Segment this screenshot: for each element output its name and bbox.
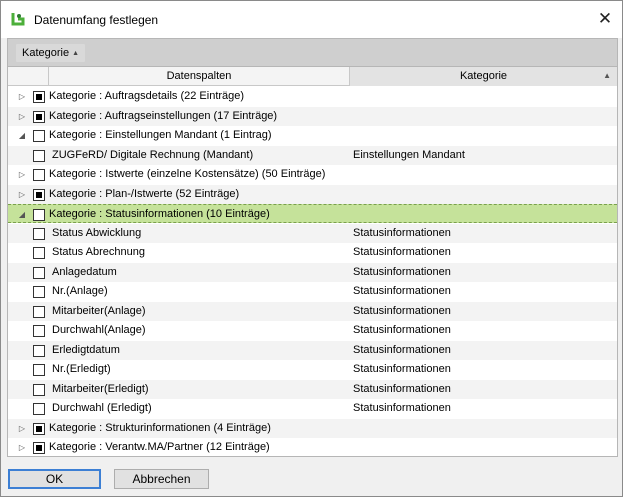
row-checkbox[interactable] — [33, 422, 45, 435]
row-checkbox[interactable] — [33, 364, 45, 376]
group-label: Kategorie : Statusinformationen (10 Eint… — [49, 208, 270, 220]
cell-datenspalte: Erledigtdatum — [52, 343, 120, 356]
group-row[interactable]: ▷ Kategorie : Auftragseinstellungen (17 E… — [8, 106, 617, 126]
group-row[interactable]: ▷ Kategorie : Plan-/Istwerte (52 Einträge… — [8, 184, 617, 204]
cell-kategorie: Statusinformationen — [353, 265, 451, 278]
group-label: Kategorie : Auftragseinstellungen (17 Ei… — [49, 109, 278, 122]
column-header-label: Kategorie — [459, 70, 508, 82]
cell-datenspalte: Mitarbeiter(Erledigt) — [52, 382, 149, 395]
group-panel: Kategorie ▲ — [7, 38, 618, 67]
group-row[interactable]: ▷ Kategorie : Strukturinformationen (4 Ei… — [8, 418, 617, 438]
close-button[interactable]: ✕ — [591, 9, 619, 31]
cell-kategorie: Statusinformationen — [353, 285, 451, 297]
cell-datenspalte: Mitarbeiter(Anlage) — [52, 304, 146, 317]
row-checkbox[interactable] — [33, 305, 45, 318]
cell-kategorie: Statusinformationen — [353, 402, 451, 414]
expand-arrow-icon[interactable]: ▷ — [17, 185, 27, 204]
dialog-window: Datenumfang festlegen ✕ Kategorie ▲ Daten… — [0, 0, 623, 497]
group-label: Kategorie : Plan-/Istwerte (52 Einträge) — [49, 187, 240, 200]
cell-datenspalte: Durchwahl (Erledigt) — [52, 402, 152, 414]
table-row[interactable]: Durchwahl(Anlage) Statusinformationen — [8, 321, 617, 340]
table-row[interactable]: Erledigtdatum Statusinformationen — [8, 340, 617, 360]
sort-ascending-icon: ▲ — [72, 50, 80, 57]
table-row[interactable]: Status Abrechnung Statusinformationen — [8, 243, 617, 262]
group-label: Kategorie : Strukturinformationen (4 Ein… — [49, 421, 271, 434]
group-chip-label: Kategorie — [22, 47, 70, 59]
collapse-arrow-icon[interactable]: ◢ — [17, 126, 27, 145]
cell-kategorie: Statusinformationen — [353, 343, 451, 356]
row-checkbox[interactable] — [33, 188, 45, 201]
row-checkbox[interactable] — [33, 344, 45, 357]
window-title: Datenumfang festlegen — [34, 13, 159, 27]
cancel-button[interactable]: Abbrechen — [114, 469, 209, 489]
row-checkbox[interactable] — [33, 130, 45, 142]
cell-kategorie: Statusinformationen — [353, 363, 451, 375]
cell-datenspalte: Nr.(Anlage) — [52, 285, 108, 297]
cell-datenspalte: ZUGFeRD/ Digitale Rechnung (Mandant) — [52, 148, 254, 161]
group-row[interactable]: ▷ Kategorie : Auftragsdetails (22 Einträg… — [8, 87, 617, 106]
row-checkbox[interactable] — [33, 110, 45, 123]
table-row[interactable]: Anlagedatum Statusinformationen — [8, 262, 617, 282]
row-checkbox[interactable] — [33, 383, 45, 396]
group-label: Kategorie : Einstellungen Mandant (1 Ein… — [49, 129, 272, 141]
table-row[interactable]: Status Abwicklung Statusinformationen — [8, 223, 617, 243]
table-row[interactable]: Mitarbeiter(Erledigt) Statusinformationen — [8, 379, 617, 399]
cell-kategorie: Statusinformationen — [353, 226, 451, 239]
row-checkbox[interactable] — [33, 442, 45, 454]
table-row[interactable]: ZUGFeRD/ Digitale Rechnung (Mandant) Eins… — [8, 145, 617, 165]
data-grid: Datenspalten Kategorie ▲ ▷ Kategorie : Au… — [7, 67, 618, 457]
column-header-indent — [8, 67, 49, 86]
row-checkbox[interactable] — [33, 209, 45, 221]
cell-datenspalte: Durchwahl(Anlage) — [52, 324, 146, 336]
row-checkbox[interactable] — [33, 286, 45, 298]
expand-arrow-icon[interactable]: ▷ — [17, 438, 27, 457]
expand-arrow-icon[interactable]: ▷ — [17, 419, 27, 438]
row-checkbox[interactable] — [33, 169, 45, 181]
cell-datenspalte: Status Abrechnung — [52, 246, 145, 258]
column-header-datenspalten[interactable]: Datenspalten — [49, 67, 350, 86]
group-row[interactable]: ▷ Kategorie : Istwerte (einzelne Kostensä… — [8, 165, 617, 184]
table-row[interactable]: Mitarbeiter(Anlage) Statusinformationen — [8, 301, 617, 321]
ok-button[interactable]: OK — [8, 469, 101, 489]
row-checkbox[interactable] — [33, 247, 45, 259]
row-checkbox[interactable] — [33, 149, 45, 162]
table-row[interactable]: Nr.(Erledigt) Statusinformationen — [8, 360, 617, 379]
cell-kategorie: Statusinformationen — [353, 324, 451, 336]
row-checkbox[interactable] — [33, 403, 45, 415]
row-checkbox[interactable] — [33, 266, 45, 279]
cell-datenspalte: Anlagedatum — [52, 265, 117, 278]
group-row[interactable]: ◢ Kategorie : Einstellungen Mandant (1 Ei… — [8, 126, 617, 145]
cell-kategorie: Einstellungen Mandant — [353, 148, 465, 161]
row-checkbox[interactable] — [33, 91, 45, 103]
expand-arrow-icon[interactable]: ▷ — [17, 165, 27, 184]
title-bar: Datenumfang festlegen ✕ — [1, 1, 622, 38]
cell-datenspalte: Status Abwicklung — [52, 226, 142, 239]
row-checkbox[interactable] — [33, 227, 45, 240]
group-label: Kategorie : Auftragsdetails (22 Einträge… — [49, 90, 245, 102]
expand-arrow-icon[interactable]: ▷ — [17, 107, 27, 126]
group-label: Kategorie : Verantw.MA/Partner (12 Eintr… — [49, 441, 270, 453]
collapse-arrow-icon[interactable]: ◢ — [17, 205, 27, 224]
sort-ascending-icon: ▲ — [603, 71, 611, 80]
group-chip-kategorie[interactable]: Kategorie ▲ — [16, 44, 86, 62]
column-header-kategorie[interactable]: Kategorie ▲ — [350, 67, 617, 86]
table-row[interactable]: Nr.(Anlage) Statusinformationen — [8, 282, 617, 301]
row-checkbox[interactable] — [33, 325, 45, 337]
cell-kategorie: Statusinformationen — [353, 246, 451, 258]
group-label: Kategorie : Istwerte (einzelne Kostensät… — [49, 168, 326, 180]
expand-arrow-icon[interactable]: ▷ — [17, 87, 27, 106]
column-header-row: Datenspalten Kategorie ▲ — [8, 67, 617, 86]
cell-kategorie: Statusinformationen — [353, 382, 451, 395]
app-logo-icon — [10, 11, 26, 27]
group-row[interactable]: ▷ Kategorie : Verantw.MA/Partner (12 Eint… — [8, 438, 617, 457]
group-row[interactable]: ◢ Kategorie : Statusinformationen (10 Ein… — [8, 204, 617, 223]
cell-datenspalte: Nr.(Erledigt) — [52, 363, 111, 375]
cell-kategorie: Statusinformationen — [353, 304, 451, 317]
table-row[interactable]: Durchwahl (Erledigt) Statusinformationen — [8, 399, 617, 418]
